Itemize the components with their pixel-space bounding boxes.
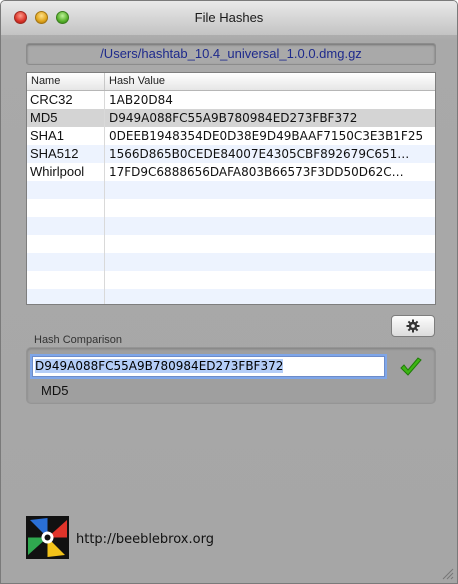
hash-comparison-input[interactable]: D949A088FC55A9B780984ED273FBF372 [32,356,385,377]
column-header-hash[interactable]: Hash Value [109,75,165,87]
hash-name-cell: MD5 [30,110,58,125]
empty-row [27,235,435,253]
resize-grip-icon[interactable] [442,568,454,580]
empty-row [27,253,435,271]
beeblebrox-logo-icon [26,516,69,559]
file-path-field: /Users/hashtab_10.4_universal_1.0.0.dmg.… [26,43,436,65]
table-row[interactable]: SHA1 0DEEB1948354DE0D38E9D49BAAF7150C3E3… [27,127,435,145]
hash-value-cell: 1AB20D84 [109,93,173,107]
hash-input-text: D949A088FC55A9B780984ED273FBF372 [35,359,284,373]
hash-name-cell: SHA1 [30,128,64,143]
checkmark-icon [400,357,422,376]
hash-table[interactable]: Name Hash Value CRC32 1AB20D84 MD5 D949A… [26,72,436,305]
hash-name-cell: SHA512 [30,146,79,161]
hash-name-cell: CRC32 [30,92,73,107]
options-button[interactable] [391,315,435,337]
table-row[interactable]: Whirlpool 17FD9C6888656DAFA803B66573F3DD… [27,163,435,181]
empty-row [27,289,435,304]
window-title: File Hashes [194,10,264,25]
column-divider-line [104,91,105,304]
empty-row [27,199,435,217]
hash-name-cell: Whirlpool [30,164,85,179]
hash-value-cell: D949A088FC55A9B780984ED273FBF372 [109,111,358,125]
table-row[interactable]: SHA512 1566D865B0CEDE84007E4305CBF892679… [27,145,435,163]
title-bar[interactable]: File Hashes [1,1,457,35]
table-header: Name Hash Value [27,73,435,91]
hash-value-cell: 17FD9C6888656DAFA803B66573F3DD50D62C… [109,165,404,179]
hash-comparison-label: Hash Comparison [34,334,123,346]
match-hash-name: MD5 [41,383,69,398]
website-link[interactable]: http://beeblebrox.org [76,532,214,547]
table-rows: CRC32 1AB20D84 MD5 D949A088FC55A9B780984… [27,91,435,304]
hash-value-cell: 1566D865B0CEDE84007E4305CBF892679C651… [109,147,410,161]
table-row-selected[interactable]: MD5 D949A088FC55A9B780984ED273FBF372 [27,109,435,127]
column-header-name[interactable]: Name [31,75,60,87]
empty-row [27,271,435,289]
table-row[interactable]: CRC32 1AB20D84 [27,91,435,109]
gear-icon [406,319,420,333]
empty-row [27,217,435,235]
file-hashes-window: File Hashes /Users/hashtab_10.4_universa… [0,0,458,584]
empty-row [27,181,435,199]
hash-value-cell: 0DEEB1948354DE0D38E9D49BAAF7150C3E3B1F25 [109,129,424,143]
column-divider[interactable] [104,73,105,90]
